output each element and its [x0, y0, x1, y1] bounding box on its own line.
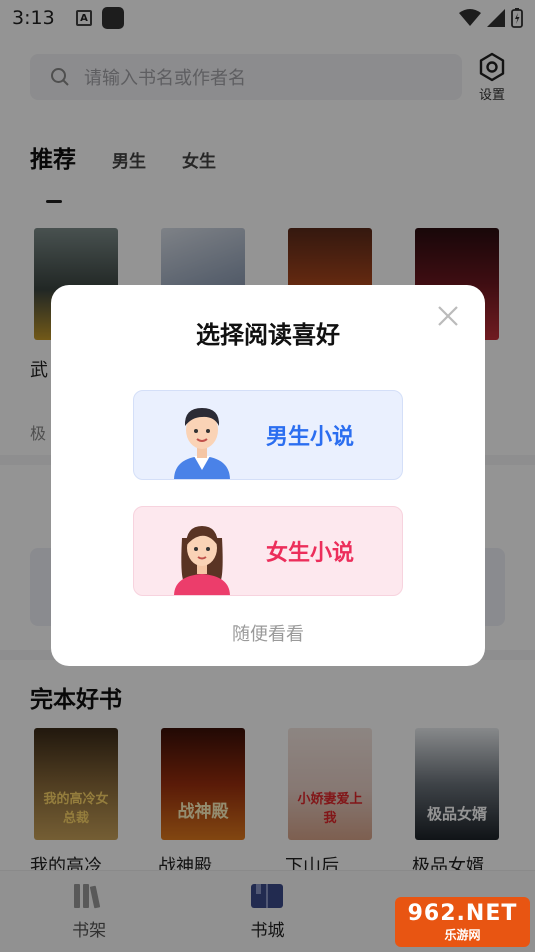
- reading-preference-dialog: 选择阅读喜好 男生小说 女生小说 随便看看: [51, 285, 485, 666]
- female-novel-button[interactable]: 女生小说: [133, 506, 403, 596]
- watermark-sub: 乐游网: [444, 928, 481, 942]
- close-icon[interactable]: [436, 304, 460, 328]
- site-watermark: 962.NET 乐游网: [395, 897, 530, 947]
- female-novel-label: 女生小说: [266, 541, 355, 566]
- dialog-title: 选择阅读喜好: [196, 321, 340, 349]
- boy-avatar-icon: [174, 408, 230, 479]
- watermark-main: 962.NET: [407, 901, 518, 926]
- male-novel-label: 男生小说: [266, 425, 355, 450]
- girl-avatar-icon: [174, 526, 230, 595]
- male-novel-button[interactable]: 男生小说: [133, 390, 403, 480]
- skip-link[interactable]: 随便看看: [51, 620, 485, 646]
